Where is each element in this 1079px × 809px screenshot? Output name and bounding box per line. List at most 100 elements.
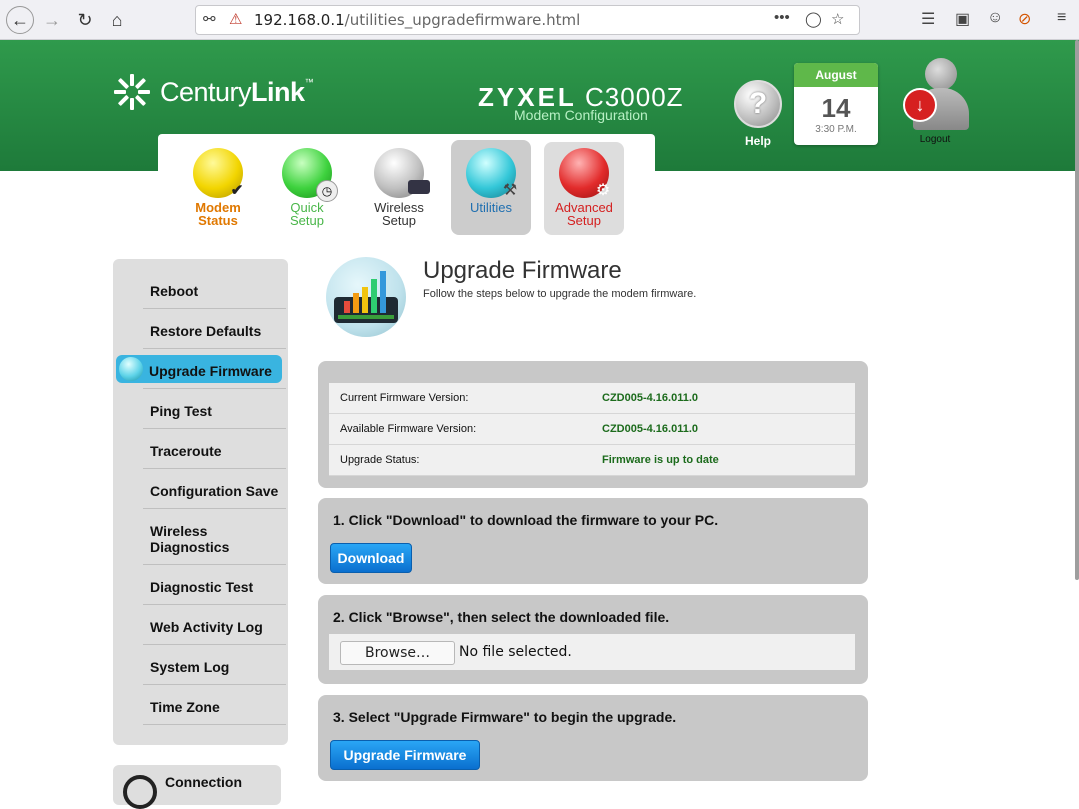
help-icon: ? [734, 80, 782, 128]
page-actions-icon[interactable]: ••• [774, 9, 790, 26]
info-key: Available Firmware Version: [340, 423, 477, 435]
page-subtitle: Follow the steps below to upgrade the mo… [423, 288, 697, 300]
main-nav-tabs: ✔ Modem Status ◷ Quick Setup Wireless Se… [158, 134, 655, 244]
home-icon[interactable]: ⌂ [103, 6, 131, 34]
sidebar-item-upgrade-firmware[interactable]: Upgrade Firmware [116, 355, 282, 383]
shield-icon[interactable]: ⚯ [203, 10, 216, 28]
url-path: /utilities_upgradefirmware.html [344, 11, 581, 29]
sidebar-item-label: System Log [150, 659, 230, 675]
library-icon[interactable]: ☰ [921, 9, 935, 29]
sidebar-divider [143, 348, 286, 349]
page-title: Upgrade Firmware [423, 257, 622, 284]
calendar-time: 3:30 P.M. [815, 124, 857, 135]
sidebar-item-label: Configuration Save [150, 483, 279, 499]
step-2-text: 2. Click "Browse", then select the downl… [333, 609, 670, 625]
wireless-setup-icon [374, 148, 430, 198]
tab-quick-setup[interactable]: ◷ Quick Setup [267, 134, 347, 234]
sidebar-divider [143, 308, 286, 309]
info-value: CZD005-4.16.011.0 [602, 423, 699, 435]
sidebar-divider [143, 684, 286, 685]
reload-icon[interactable]: ↻ [71, 6, 99, 34]
utilities-sidebar: Reboot Restore Defaults Upgrade Firmware… [113, 259, 288, 745]
connection-status-box[interactable]: Connection [113, 765, 281, 809]
tab-wireless-setup-line2: Setup [382, 213, 416, 228]
info-key: Current Firmware Version: [340, 392, 469, 404]
help-button[interactable]: ? Help [734, 80, 782, 148]
info-key: Upgrade Status: [340, 454, 420, 466]
sidebar-divider [143, 644, 286, 645]
brand-tm: ™ [304, 76, 314, 87]
tab-advanced-setup-line2: Setup [567, 213, 601, 228]
modem-status-icon: ✔ [193, 148, 243, 198]
sidebar-divider [143, 428, 286, 429]
info-row-available-version: Available Firmware Version: CZD005-4.16.0… [329, 414, 855, 445]
account-icon[interactable]: ☺ [987, 9, 1003, 27]
quick-setup-icon: ◷ [282, 148, 338, 202]
sidebar-toggle-icon[interactable]: ▣ [955, 9, 970, 29]
model-subtitle: Modem Configuration [514, 107, 648, 123]
sidebar-item-label: Wireless [150, 523, 208, 539]
back-icon[interactable]: ← [6, 6, 34, 34]
sidebar-divider [143, 468, 286, 469]
sidebar-item-label: Diagnostic Test [150, 579, 254, 595]
page-scrollbar[interactable] [1075, 40, 1079, 580]
brand-bold: Link [251, 76, 305, 107]
file-status-text: No file selected. [459, 644, 572, 660]
firmware-info-panel: Current Firmware Version: CZD005-4.16.011… [318, 361, 868, 488]
forward-icon[interactable]: → [38, 6, 66, 34]
tab-utilities-label: Utilities [470, 200, 512, 215]
file-input: Browse… No file selected. [329, 634, 855, 670]
info-row-current-version: Current Firmware Version: CZD005-4.16.011… [329, 383, 855, 414]
step-download-panel: 1. Click "Download" to download the firm… [318, 498, 868, 584]
url-bar[interactable]: ⚯ ⚠ 192.168.0.1/utilities_upgradefirmwar… [195, 5, 860, 35]
firmware-info-table: Current Firmware Version: CZD005-4.16.011… [329, 383, 855, 476]
calendar-day: 14 [821, 93, 851, 123]
step-upgrade-panel: 3. Select "Upgrade Firmware" to begin th… [318, 695, 868, 781]
sidebar-divider [143, 604, 286, 605]
sidebar-item-label: Ping Test [150, 403, 212, 419]
bookmark-star-icon[interactable]: ☆ [831, 10, 844, 28]
sidebar-divider [143, 564, 286, 565]
step-3-text: 3. Select "Upgrade Firmware" to begin th… [333, 709, 677, 725]
pocket-icon[interactable]: ◯ [805, 10, 822, 28]
extension-icon[interactable]: ⊘ [1018, 9, 1031, 29]
utilities-icon: ⚒ [466, 148, 517, 198]
tab-quick-setup-line2: Setup [290, 213, 324, 228]
info-value: Firmware is up to date [602, 454, 719, 466]
browse-button[interactable]: Browse… [340, 641, 455, 665]
insecure-lock-icon[interactable]: ⚠ [229, 10, 242, 28]
centurylink-logo: CenturyLink™ [112, 72, 314, 112]
sidebar-item-label: Web Activity Log [150, 619, 263, 635]
url-text[interactable]: 192.168.0.1/utilities_upgradefirmware.ht… [254, 11, 580, 29]
sidebar-item-label: Traceroute [150, 443, 222, 459]
logout-label: Logout [919, 134, 951, 145]
sidebar-divider [143, 508, 286, 509]
url-host: 192.168.0.1 [254, 11, 345, 29]
sidebar-divider [143, 388, 286, 389]
menu-icon[interactable]: ≡ [1057, 9, 1066, 27]
tab-advanced-setup[interactable]: ⚙ Advanced Setup [544, 142, 624, 235]
logout-arrow-icon: ↓ [903, 88, 937, 122]
tab-modem-status[interactable]: ✔ Modem Status [178, 134, 258, 234]
sidebar-item-label: Time Zone [150, 699, 220, 715]
user-icon: ↓ [903, 58, 969, 138]
help-label: Help [744, 134, 771, 148]
brand-prefix: Century [160, 76, 252, 107]
logout-button[interactable]: ↓ Logout [895, 58, 975, 145]
tab-wireless-setup[interactable]: Wireless Setup [359, 134, 439, 234]
sidebar-item-label: Reboot [150, 283, 199, 299]
download-button[interactable]: Download [330, 543, 412, 573]
sidebar-item-label: Restore Defaults [150, 323, 262, 339]
step-1-text: 1. Click "Download" to download the firm… [333, 512, 719, 528]
tab-modem-status-line2: Status [198, 213, 238, 228]
tab-utilities[interactable]: ⚒ Utilities [451, 140, 531, 235]
date-calendar: August 14 3:30 P.M. [794, 63, 878, 145]
upgrade-firmware-button[interactable]: Upgrade Firmware [330, 740, 480, 770]
info-row-upgrade-status: Upgrade Status: Firmware is up to date [329, 445, 855, 476]
step-browse-panel: 2. Click "Browse", then select the downl… [318, 595, 868, 684]
centurylink-burst-icon [114, 74, 150, 110]
firmware-chart-icon [326, 257, 406, 337]
advanced-setup-icon: ⚙ [559, 148, 610, 198]
connection-gauge-icon [123, 775, 157, 809]
calendar-month: August [794, 63, 878, 87]
